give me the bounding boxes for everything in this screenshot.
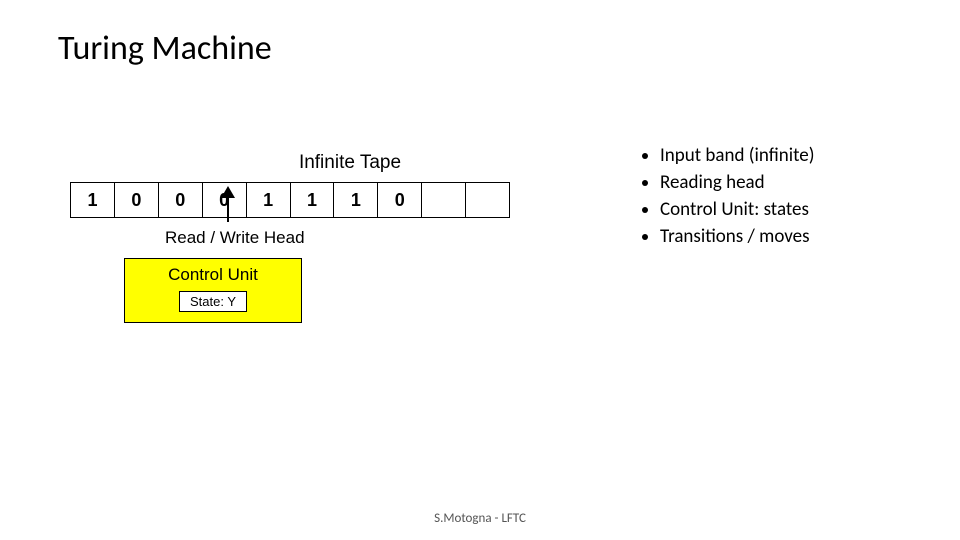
tape-cell: 1 [71, 183, 115, 217]
bullet-item: Input band (infinite) [660, 144, 815, 167]
control-unit-box: Control Unit State: Y [124, 258, 302, 323]
bullet-item: Control Unit: states [660, 198, 815, 221]
read-write-head-label: Read / Write Head [165, 228, 305, 248]
tape-cell: 0 [115, 183, 159, 217]
tape-cell: 1 [334, 183, 378, 217]
head-arrow-icon [220, 186, 236, 222]
tape-cell: 0 [159, 183, 203, 217]
turing-diagram: Infinite Tape 10001110 Read / Write Head… [70, 152, 510, 218]
control-unit-label: Control Unit [125, 265, 301, 285]
tape-label: Infinite Tape [190, 152, 510, 174]
tape-cell [466, 183, 510, 217]
tape-cell: 1 [247, 183, 291, 217]
tape-cell: 1 [291, 183, 335, 217]
slide-title: Turing Machine [58, 28, 272, 69]
tape: 10001110 [70, 182, 510, 218]
bullet-item: Reading head [660, 171, 815, 194]
bullet-list: Input band (infinite) Reading head Control… [640, 144, 815, 252]
state-box: State: Y [179, 291, 247, 312]
tape-cell: 0 [378, 183, 422, 217]
bullet-item: Transitions / moves [660, 225, 815, 248]
footer-text: S.Motogna - LFTC [0, 511, 960, 526]
tape-cell [422, 183, 466, 217]
